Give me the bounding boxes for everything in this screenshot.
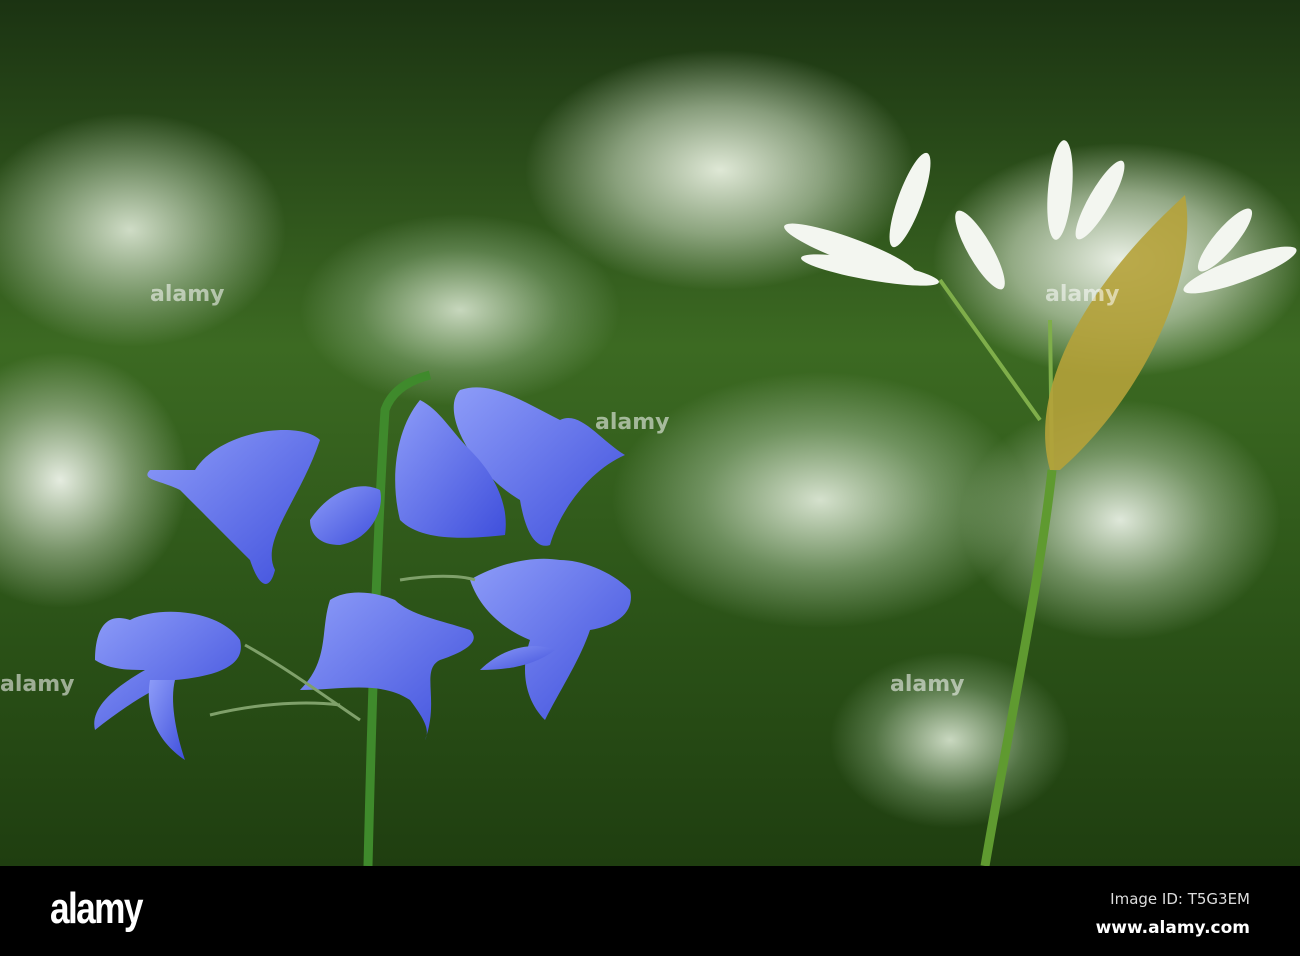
watermark-5: alamy xyxy=(890,672,965,697)
site-url[interactable]: www.alamy.com xyxy=(1096,918,1250,938)
footer-bar: alamy Image ID: T5G3EM www.alamy.com xyxy=(0,866,1300,956)
watermark-4: alamy xyxy=(0,672,75,697)
stock-photo: alamy alamy alamy alamy alamy alamy Imag… xyxy=(0,0,1300,956)
watermark-1: alamy xyxy=(150,282,225,307)
alamy-logo[interactable]: alamy xyxy=(50,884,143,934)
bluebell-flowers xyxy=(94,387,631,760)
image-id: Image ID: T5G3EM xyxy=(1110,890,1250,908)
garlic-bud xyxy=(1045,195,1188,470)
garlic-pedicels xyxy=(938,278,1054,471)
watermark-2: alamy xyxy=(1045,282,1120,307)
watermark-3: alamy xyxy=(595,410,670,435)
garlic-flowers xyxy=(784,140,1297,294)
garlic-stem xyxy=(980,469,1057,867)
photo-bluebells-wild-garlic: alamy alamy alamy alamy alamy xyxy=(0,0,1300,867)
